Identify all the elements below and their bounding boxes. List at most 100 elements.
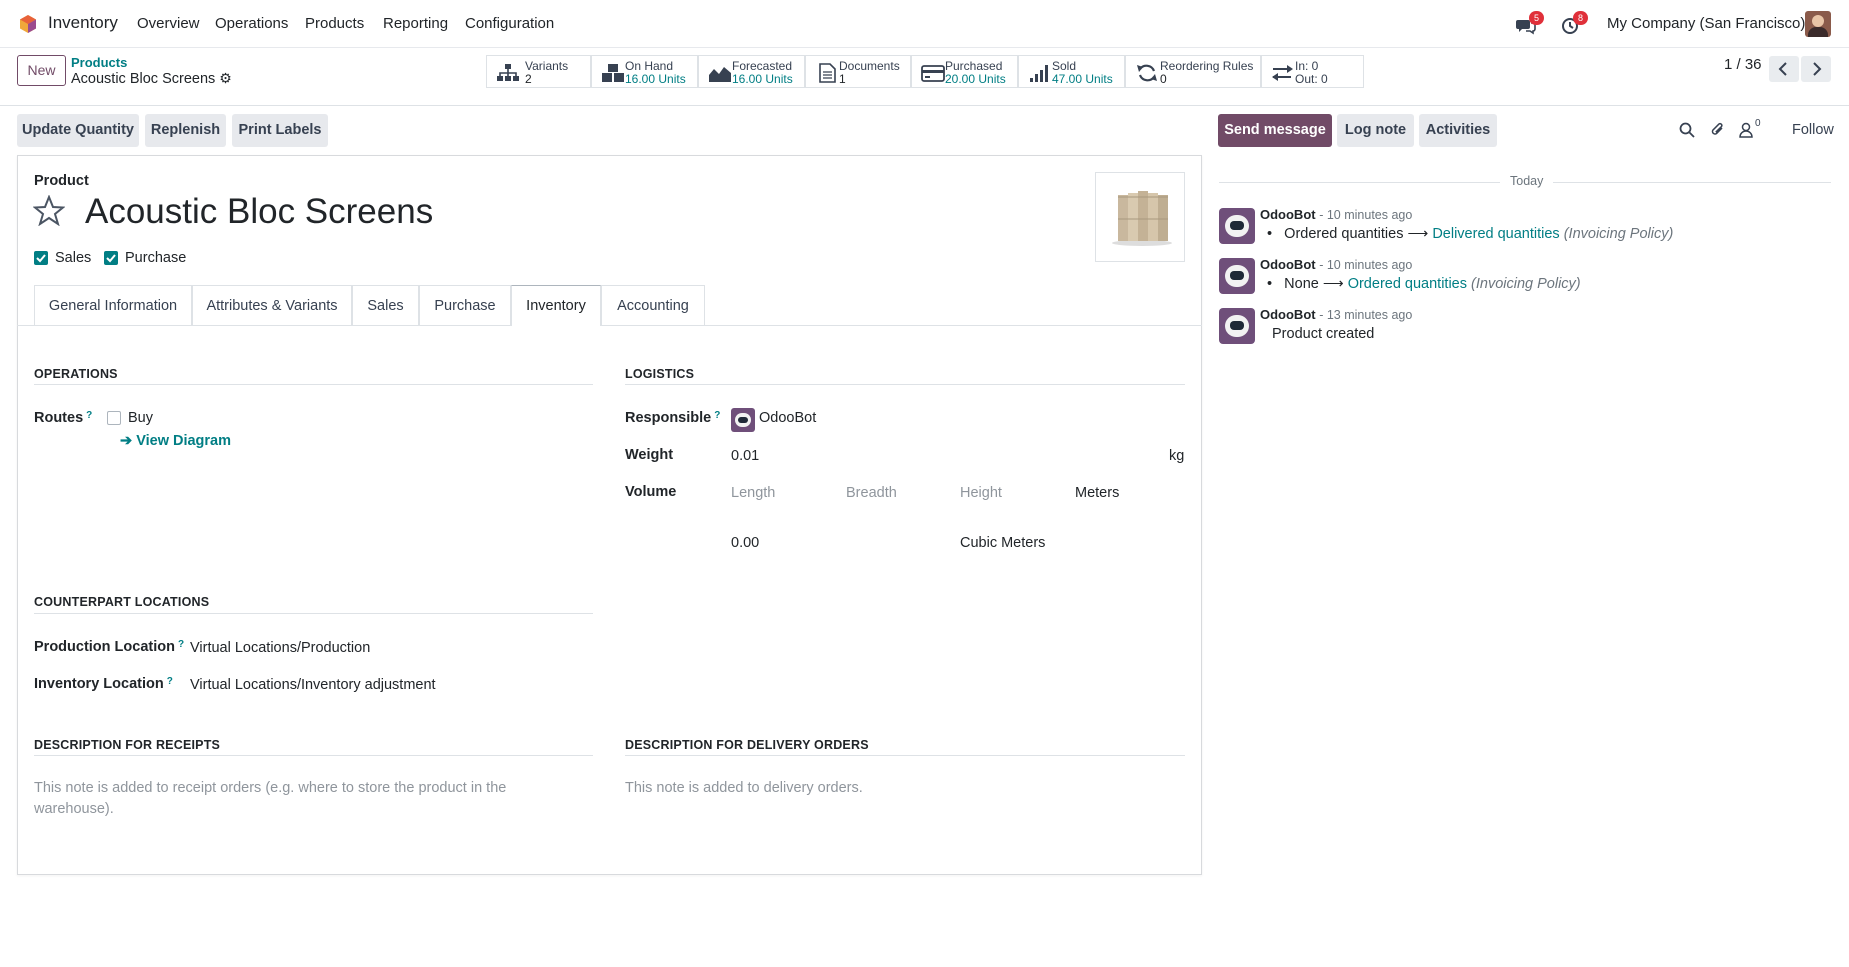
- stat-value: 16.00 Units: [625, 72, 686, 86]
- check-icon: [106, 254, 116, 263]
- stat-value: 16.00 Units: [732, 72, 793, 86]
- log-note-button[interactable]: Log note: [1337, 114, 1414, 147]
- sitemap-icon: [497, 64, 519, 81]
- stat-on-hand-button[interactable]: On Hand 16.00 Units: [591, 55, 698, 88]
- view-diagram-label: View Diagram: [136, 433, 232, 449]
- menu-reporting[interactable]: Reporting: [383, 15, 448, 32]
- height-input[interactable]: Height: [960, 485, 1002, 501]
- tab-sales[interactable]: Sales: [352, 285, 419, 325]
- production-location-value[interactable]: Virtual Locations/Production: [190, 640, 370, 656]
- purchase-checkbox-label: Purchase: [125, 250, 187, 266]
- product-label: Product: [34, 173, 89, 189]
- message-tracking-value: • None ⟶ Ordered quantities (Invoicing P…: [1267, 276, 1581, 292]
- menu-overview[interactable]: Overview: [137, 15, 200, 32]
- followers-button[interactable]: 0: [1739, 118, 1765, 138]
- control-panel: New Products Acoustic Bloc Screens ⚙ Var…: [0, 48, 1849, 106]
- search-icon[interactable]: [1679, 122, 1695, 138]
- tab-purchase[interactable]: Purchase: [419, 285, 511, 325]
- stat-sold-button[interactable]: Sold 47.00 Units: [1018, 55, 1125, 88]
- new-button[interactable]: New: [17, 55, 66, 86]
- volume-value[interactable]: 0.00: [731, 535, 759, 551]
- receipts-description-line2[interactable]: warehouse).: [34, 801, 114, 817]
- counterpart-title: COUNTERPART LOCATIONS: [34, 595, 210, 609]
- volume-label: Volume: [625, 484, 677, 500]
- tab-attributes-variants[interactable]: Attributes & Variants: [192, 285, 352, 325]
- responsible-value[interactable]: OdooBot: [759, 410, 816, 426]
- star-icon[interactable]: [33, 195, 65, 226]
- volume-unit: Cubic Meters: [960, 535, 1046, 551]
- receipts-description-line1[interactable]: This note is added to receipt orders (e.…: [34, 780, 506, 796]
- stat-label: Sold: [1052, 59, 1077, 73]
- product-name[interactable]: Acoustic Bloc Screens: [85, 192, 433, 232]
- user-avatar[interactable]: [1805, 11, 1831, 37]
- stat-purchased-button[interactable]: Purchased 20.00 Units: [911, 55, 1018, 88]
- stat-value: 47.00 Units: [1052, 72, 1113, 86]
- stat-forecasted-button[interactable]: Forecasted 16.00 Units: [698, 55, 805, 88]
- credit-card-icon: [921, 65, 945, 82]
- delivery-description[interactable]: This note is added to delivery orders.: [625, 780, 863, 796]
- message-author-name: OdooBot: [1260, 257, 1316, 272]
- route-buy-checkbox[interactable]: [107, 411, 121, 425]
- menu-configuration[interactable]: Configuration: [465, 15, 554, 32]
- tab-inventory[interactable]: Inventory: [511, 285, 601, 326]
- tab-accounting[interactable]: Accounting: [601, 285, 705, 325]
- refresh-icon: [1137, 64, 1157, 82]
- production-help-icon[interactable]: ?: [178, 639, 184, 650]
- pager-previous-button[interactable]: [1769, 56, 1799, 82]
- product-image[interactable]: [1095, 172, 1185, 262]
- form-sheet: [17, 155, 1202, 875]
- routes-help-icon[interactable]: ?: [86, 410, 92, 421]
- pager-next-button[interactable]: [1801, 56, 1831, 82]
- update-quantity-button[interactable]: Update Quantity: [17, 114, 139, 147]
- weight-input[interactable]: 0.01: [731, 448, 759, 464]
- view-diagram-link[interactable]: ➔ View Diagram: [120, 433, 231, 449]
- receipts-divider: [34, 755, 593, 756]
- message-avatar: [1219, 208, 1255, 244]
- gear-icon[interactable]: ⚙: [219, 70, 232, 86]
- length-input[interactable]: Length: [731, 485, 775, 501]
- dimension-unit: Meters: [1075, 485, 1120, 501]
- responsible-label-text: Responsible: [625, 410, 712, 426]
- activities-button-chatter[interactable]: Activities: [1419, 114, 1497, 147]
- pager-value[interactable]: 1 / 36: [1724, 56, 1762, 73]
- print-labels-button[interactable]: Print Labels: [232, 114, 328, 147]
- logistics-title: LOGISTICS: [625, 367, 695, 381]
- messages-button[interactable]: 5: [1516, 11, 1544, 36]
- inventory-help-icon[interactable]: ?: [167, 676, 173, 687]
- purchase-checkbox[interactable]: [104, 251, 118, 265]
- arrow-right-icon: ⟶: [1322, 276, 1344, 292]
- stat-value: 1: [839, 72, 846, 86]
- receipts-title: DESCRIPTION FOR RECEIPTS: [34, 738, 221, 752]
- breadcrumb-current: Acoustic Bloc Screens ⚙: [71, 70, 232, 87]
- product-photo-icon: [1112, 191, 1172, 246]
- breadcrumb-products[interactable]: Products: [71, 55, 127, 70]
- send-message-button[interactable]: Send message: [1218, 114, 1332, 147]
- menu-operations[interactable]: Operations: [215, 15, 288, 32]
- follow-button[interactable]: Follow: [1792, 122, 1834, 138]
- weight-label: Weight: [625, 447, 674, 463]
- messages-badge: 5: [1529, 11, 1544, 25]
- stat-in-out-button[interactable]: In: 0 Out: 0: [1261, 55, 1364, 88]
- company-switcher[interactable]: My Company (San Francisco): [1607, 15, 1805, 32]
- file-text-icon: [819, 63, 836, 83]
- stat-reordering-rules-button[interactable]: Reordering Rules 0: [1125, 55, 1261, 88]
- app-name[interactable]: Inventory: [48, 13, 118, 33]
- message-author: OdooBot - 10 minutes ago: [1260, 207, 1412, 222]
- activities-button[interactable]: 8: [1561, 11, 1588, 36]
- inventory-location-label: Inventory Location?: [34, 676, 173, 692]
- stat-label: Documents: [839, 59, 900, 73]
- paperclip-icon[interactable]: [1710, 121, 1726, 138]
- message-time: - 10 minutes ago: [1319, 208, 1413, 222]
- responsible-help-icon[interactable]: ?: [714, 410, 720, 421]
- menu-products[interactable]: Products: [305, 15, 364, 32]
- inventory-location-value[interactable]: Virtual Locations/Inventory adjustment: [190, 677, 436, 693]
- tab-general-information[interactable]: General Information: [34, 285, 192, 325]
- exchange-icon: [1272, 65, 1293, 81]
- sales-checkbox[interactable]: [34, 251, 48, 265]
- replenish-button[interactable]: Replenish: [145, 114, 226, 147]
- stat-value: 0: [1160, 72, 1167, 86]
- stat-documents-button[interactable]: Documents 1: [805, 55, 911, 88]
- stat-variants-button[interactable]: Variants 2: [486, 55, 591, 88]
- breadth-input[interactable]: Breadth: [846, 485, 897, 501]
- app-logo-icon[interactable]: [18, 14, 38, 34]
